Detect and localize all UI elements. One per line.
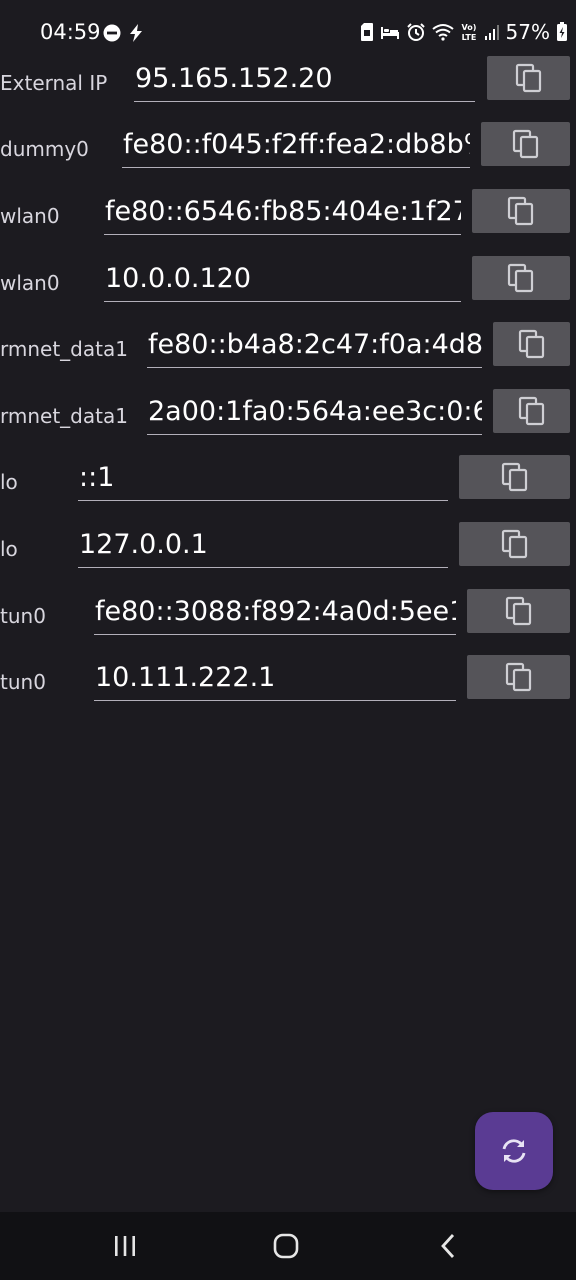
refresh-button[interactable] [475,1112,553,1190]
signal-icon [484,23,500,41]
do-not-disturb-icon [103,24,121,42]
copy-icon [507,263,535,293]
copy-icon [505,596,533,626]
interface-label: dummy0 [0,137,89,161]
copy-button[interactable] [467,655,570,699]
volte-icon: Vo) LTE [460,22,478,42]
sleep-icon [380,24,400,40]
copy-button[interactable] [459,522,570,566]
copy-icon [501,462,529,492]
copy-icon [518,329,546,359]
ip-address-field[interactable]: 10.111.222.1 [94,660,456,701]
ip-address-field[interactable]: fe80::b4a8:2c47:f0a:4d8%rr [147,327,482,368]
sim-icon [360,23,374,41]
copy-button[interactable] [493,389,570,433]
copy-icon [507,196,535,226]
list-item: lo ::1 [0,455,576,521]
interface-label: lo [0,470,18,494]
home-icon [273,1233,299,1259]
interface-label: wlan0 [0,204,60,228]
ip-address-field[interactable]: 95.165.152.20 [134,61,475,102]
bolt-icon [129,24,143,42]
svg-text:LTE: LTE [461,33,476,42]
list-item: External IP 95.165.152.20 [0,56,576,122]
list-item: tun0 fe80::3088:f892:4a0d:5ee1%tu [0,589,576,655]
navigation-bar [0,1212,576,1280]
copy-icon [518,396,546,426]
copy-button[interactable] [467,589,570,633]
wifi-icon [431,23,454,41]
copy-icon [505,662,533,692]
copy-button[interactable] [481,122,570,166]
copy-icon [501,529,529,559]
list-item: lo 127.0.0.1 [0,522,576,588]
list-item: wlan0 10.0.0.120 [0,256,576,322]
list-item: rmnet_data1 fe80::b4a8:2c47:f0a:4d8%rr [0,322,576,388]
app-screen: 04:59 Vo) LTE 57% External IP 95.165.152… [0,0,576,1280]
back-button[interactable] [418,1226,478,1266]
ip-address-field[interactable]: fe80::3088:f892:4a0d:5ee1%tu [94,594,456,635]
alarm-icon [406,22,426,42]
interface-label: rmnet_data1 [0,337,128,361]
copy-icon [515,63,543,93]
back-icon [438,1233,458,1259]
copy-button[interactable] [472,256,570,300]
battery-percent: 57% [505,20,550,44]
home-button[interactable] [256,1226,316,1266]
ip-address-field[interactable]: fe80::f045:f2ff:fea2:db8b%du [122,127,470,168]
ip-address-field[interactable]: 127.0.0.1 [78,527,448,568]
interface-label: tun0 [0,604,46,628]
interface-label: tun0 [0,670,46,694]
ip-address-field[interactable]: ::1 [78,460,448,501]
battery-icon [556,22,568,42]
interface-label: lo [0,537,18,561]
copy-button[interactable] [472,189,570,233]
list-item: wlan0 fe80::6546:fb85:404e:1f27%w [0,189,576,255]
list-item: tun0 10.111.222.1 [0,655,576,721]
status-time: 04:59 [40,20,101,44]
status-right-icons: Vo) LTE 57% [360,19,568,45]
list-item: rmnet_data1 2a00:1fa0:564a:ee3c:0:6d:e [0,389,576,455]
refresh-icon [499,1136,529,1166]
ip-address-field[interactable]: fe80::6546:fb85:404e:1f27%w [104,194,461,235]
copy-button[interactable] [493,322,570,366]
recents-icon [113,1234,137,1258]
ip-address-field[interactable]: 2a00:1fa0:564a:ee3c:0:6d:e [147,394,482,435]
status-left-icons [103,23,143,43]
list-item: dummy0 fe80::f045:f2ff:fea2:db8b%du [0,122,576,188]
recents-button[interactable] [95,1226,155,1266]
copy-button[interactable] [459,455,570,499]
interface-label: External IP [0,71,108,95]
svg-text:Vo): Vo) [461,23,476,32]
status-bar: 04:59 Vo) LTE 57% [0,0,576,64]
copy-icon [512,129,540,159]
interface-label: rmnet_data1 [0,404,128,428]
ip-address-field[interactable]: 10.0.0.120 [104,261,461,302]
interface-label: wlan0 [0,271,60,295]
copy-button[interactable] [487,56,570,100]
